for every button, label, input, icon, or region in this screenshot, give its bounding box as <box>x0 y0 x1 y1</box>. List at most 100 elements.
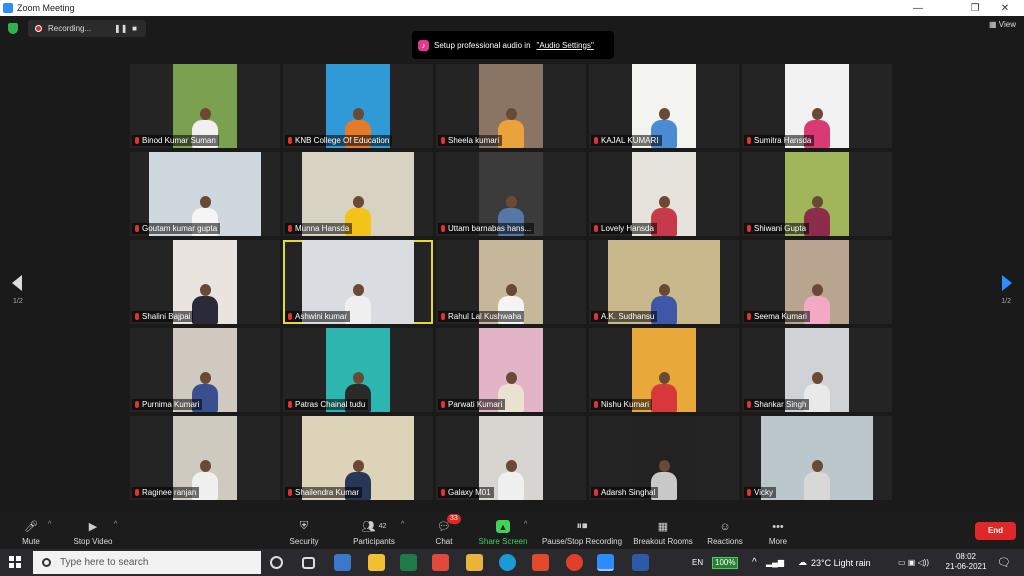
ellipsis-icon: ••• <box>772 520 784 533</box>
cortana-icon[interactable] <box>270 556 283 569</box>
record-dot-icon <box>35 25 42 32</box>
maximize-button[interactable]: ❐ <box>960 0 990 16</box>
notification-icon[interactable]: 🗨︎ <box>997 549 1011 576</box>
audio-options-chevron-icon[interactable]: ^ <box>48 521 51 528</box>
battery-indicator[interactable]: 100% <box>712 549 739 576</box>
security-label: Security <box>289 537 319 546</box>
smiley-icon: ☺ <box>719 520 731 533</box>
participant-video-tile[interactable]: Purnima Kumari <box>130 328 280 412</box>
participant-video-tile[interactable]: Seema Kumari <box>742 240 892 324</box>
view-button[interactable]: ▦ View <box>989 20 1016 29</box>
participant-video-tile[interactable]: Lovely Hansda <box>589 152 739 236</box>
participant-video-tile[interactable]: KAJAL KUMARI <box>589 64 739 148</box>
chevron-up-icon[interactable]: ^ <box>752 549 757 576</box>
share-arrow-icon: ▲ <box>496 520 510 533</box>
close-button[interactable]: ✕ <box>990 0 1020 16</box>
participants-chevron-icon[interactable]: ^ <box>401 521 404 528</box>
recording-indicator: Recording... ❚❚ ■ <box>28 20 146 37</box>
excel-icon[interactable] <box>400 554 417 571</box>
participant-head <box>812 108 823 120</box>
participant-video-tile[interactable]: Vicky <box>742 416 892 500</box>
taskbar-search-box[interactable]: Type here to search <box>33 551 261 574</box>
participant-body <box>651 384 677 412</box>
participant-video-feed <box>761 416 873 500</box>
video-options-chevron-icon[interactable]: ^ <box>114 521 117 528</box>
windows-start-icon[interactable] <box>9 556 21 568</box>
stop-recording-button[interactable]: ■ <box>129 23 140 34</box>
language-indicator[interactable]: EN <box>692 549 703 576</box>
participant-head <box>506 108 517 120</box>
participant-video-tile[interactable]: Binod Kumar Suman <box>130 64 280 148</box>
share-screen-button[interactable]: ▲ Share Screen <box>478 511 528 549</box>
edge-icon[interactable] <box>499 554 516 571</box>
participant-name-label: KAJAL KUMARI <box>591 135 662 146</box>
participant-name-label: Seema Kumari <box>744 311 810 322</box>
chat-unread-badge: 33 <box>447 514 461 524</box>
office-icon[interactable] <box>532 554 549 571</box>
participant-video-tile[interactable]: Sheela kumari <box>436 64 586 148</box>
pdf-icon[interactable] <box>432 554 449 571</box>
search-icon <box>42 558 51 567</box>
previous-page-arrow-icon[interactable] <box>10 274 24 292</box>
app-icon-1[interactable] <box>334 554 351 571</box>
page-indicator-right: 1/2 <box>1001 298 1011 305</box>
mute-label: Mute <box>22 537 40 546</box>
audio-settings-link[interactable]: "Audio Settings" <box>537 41 594 50</box>
microphone-icon: 🎤︎ <box>24 521 38 533</box>
participant-figure <box>802 460 832 500</box>
participant-video-tile[interactable]: KNB College Of Education <box>283 64 433 148</box>
participant-body <box>498 472 524 500</box>
participant-video-tile[interactable]: A.K. Sudhansu <box>589 240 739 324</box>
participant-video-tile[interactable]: Shankar Singh <box>742 328 892 412</box>
breakout-rooms-button[interactable]: ▦ Breakout Rooms <box>632 511 694 549</box>
mute-button[interactable]: 🎤︎ Mute <box>18 511 44 549</box>
participants-button[interactable]: 👥︎ 42 Participants <box>350 511 398 549</box>
next-page-arrow-icon[interactable] <box>1000 274 1014 292</box>
participant-video-tile[interactable]: Shailendra Kumar <box>283 416 433 500</box>
stop-video-button[interactable]: ▶ Stop Video <box>70 511 116 549</box>
end-meeting-button[interactable]: End <box>975 522 1016 540</box>
participant-video-tile[interactable]: Galaxy M01 <box>436 416 586 500</box>
participant-video-tile[interactable]: Nishu Kumari <box>589 328 739 412</box>
participant-video-tile[interactable]: Shiwani Gupta <box>742 152 892 236</box>
participant-name-label: A.K. Sudhansu <box>591 311 658 322</box>
page-indicator-left: 1/2 <box>13 298 23 305</box>
participant-video-tile[interactable]: Rahul Lal Kushwaha <box>436 240 586 324</box>
more-button[interactable]: ••• More <box>766 511 790 549</box>
view-label: View <box>998 20 1016 29</box>
participant-head <box>353 284 364 296</box>
participant-video-tile[interactable]: Raginee ranjan <box>130 416 280 500</box>
word-icon[interactable] <box>632 554 649 571</box>
participant-video-tile[interactable]: Ashwini kumar <box>283 240 433 324</box>
weather-widget[interactable]: ☁ 23°C Light rain <box>798 549 871 576</box>
participant-video-tile[interactable]: Parwati Kumari <box>436 328 586 412</box>
participant-head <box>812 284 823 296</box>
participant-video-tile[interactable]: Munna Hansda <box>283 152 433 236</box>
taskbar-clock[interactable]: 08:02 21-06-2021 <box>943 552 989 572</box>
file-explorer-icon[interactable] <box>466 554 483 571</box>
security-shield-icon[interactable] <box>8 23 18 34</box>
participant-video-tile[interactable]: Goutam kumar gupta <box>130 152 280 236</box>
store-icon[interactable] <box>368 554 385 571</box>
participant-head <box>506 372 517 384</box>
participant-name-label: Shalini Bajpai <box>132 311 194 322</box>
share-options-chevron-icon[interactable]: ^ <box>524 521 527 528</box>
participant-video-tile[interactable]: Adarsh Singhal <box>589 416 739 500</box>
security-button[interactable]: ⛨ Security <box>286 511 322 549</box>
reactions-button[interactable]: ☺ Reactions <box>706 511 744 549</box>
task-view-icon[interactable] <box>302 557 315 569</box>
participant-head <box>659 372 670 384</box>
participant-video-tile[interactable]: Shalini Bajpai <box>130 240 280 324</box>
zoom-taskbar-icon[interactable] <box>597 554 614 571</box>
participant-video-tile[interactable]: Patras Chainal tudu <box>283 328 433 412</box>
participant-name-label: Shailendra Kumar <box>285 487 363 498</box>
participant-video-tile[interactable]: Sumitra Hansda <box>742 64 892 148</box>
search-placeholder: Type here to search <box>60 557 149 568</box>
participant-video-tile[interactable]: Uttam barnabas hans... <box>436 152 586 236</box>
minimize-button[interactable]: — <box>903 0 933 16</box>
network-icon[interactable]: ▂▄▆ <box>766 549 784 576</box>
chrome-icon[interactable] <box>566 554 583 571</box>
tray-icons[interactable]: ▭ ▣ ◁)) <box>898 549 929 576</box>
pause-stop-recording-button[interactable]: ⏸⏹ Pause/Stop Recording <box>540 511 624 549</box>
pause-recording-button[interactable]: ❚❚ <box>114 23 127 34</box>
